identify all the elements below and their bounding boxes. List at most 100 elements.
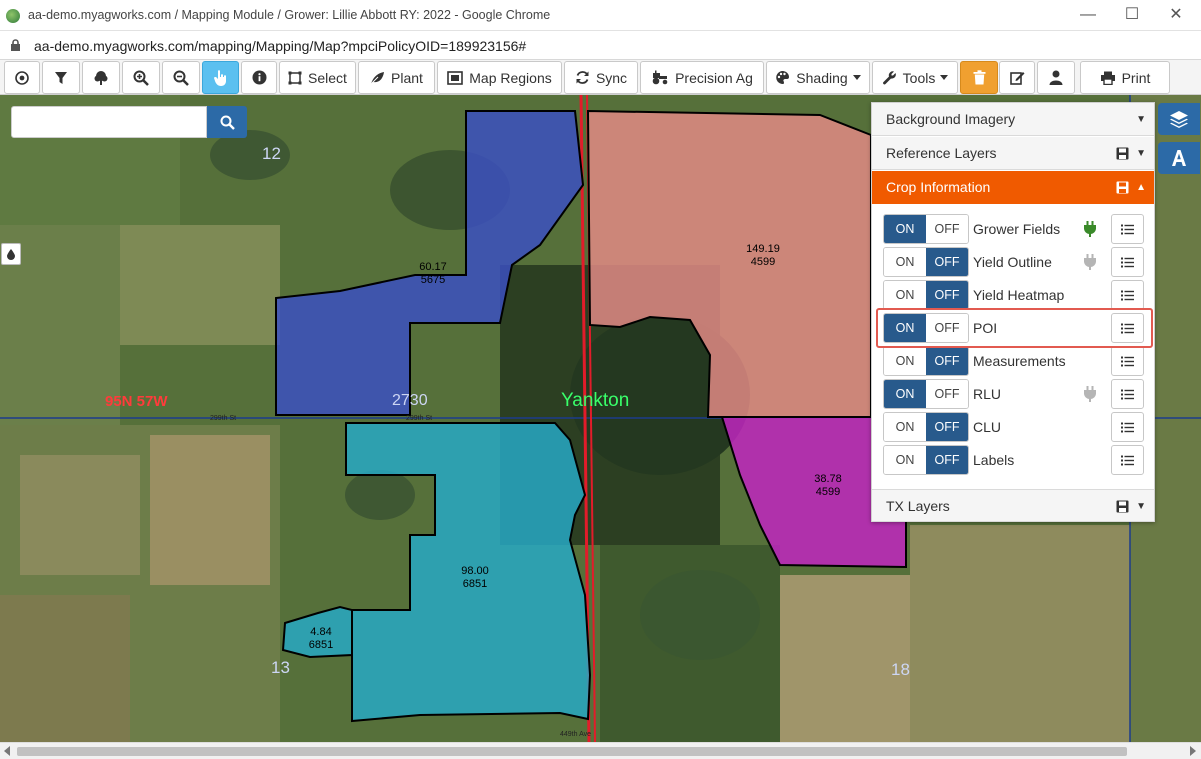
- filter-button[interactable]: [42, 61, 80, 94]
- close-icon[interactable]: ✕: [1163, 3, 1189, 27]
- layer-toggle[interactable]: ON OFF: [883, 247, 969, 277]
- off-button[interactable]: OFF: [926, 215, 968, 243]
- tree-button[interactable]: [82, 61, 120, 94]
- reference-layers-header[interactable]: Reference Layers ▼: [872, 137, 1154, 170]
- on-button[interactable]: ON: [884, 347, 926, 375]
- layer-row: ON OFF Yield Heatmap: [883, 280, 1153, 310]
- layer-name: Measurements: [973, 353, 1066, 369]
- print-button[interactable]: Print: [1080, 61, 1170, 94]
- info-button[interactable]: [241, 61, 277, 94]
- layer-toggle[interactable]: ON OFF: [883, 346, 969, 376]
- locate-button[interactable]: [4, 61, 40, 94]
- off-button[interactable]: OFF: [926, 446, 968, 474]
- search-button[interactable]: [207, 106, 247, 138]
- font-button[interactable]: [1158, 142, 1200, 174]
- save-icon[interactable]: [1116, 500, 1129, 513]
- off-button[interactable]: OFF: [926, 281, 968, 309]
- layer-row: ON OFF Yield Outline: [883, 247, 1153, 277]
- layer-row: ON OFF Labels: [883, 445, 1153, 475]
- search-input[interactable]: [11, 106, 207, 138]
- list-icon: [1121, 257, 1134, 267]
- plug-icon: [1084, 386, 1096, 402]
- crop-information-header[interactable]: Crop Information ▲: [872, 171, 1154, 204]
- scroll-right-icon[interactable]: [1190, 746, 1196, 756]
- layer-toggle[interactable]: ON OFF: [883, 214, 969, 244]
- layer-legend-button[interactable]: [1111, 280, 1144, 310]
- scrollbar-thumb[interactable]: [17, 747, 1127, 756]
- layer-legend-button[interactable]: [1111, 445, 1144, 475]
- layer-name: Labels: [973, 452, 1015, 468]
- off-button[interactable]: OFF: [926, 380, 968, 408]
- off-button[interactable]: OFF: [926, 413, 968, 441]
- layer-legend-button[interactable]: [1111, 247, 1144, 277]
- layer-legend-button[interactable]: [1111, 214, 1144, 244]
- on-button[interactable]: ON: [884, 413, 926, 441]
- layer-legend-button[interactable]: [1111, 412, 1144, 442]
- edit-button[interactable]: [999, 61, 1035, 94]
- drop-button[interactable]: [1, 243, 21, 265]
- user-icon: [1049, 70, 1063, 85]
- plant-button[interactable]: Plant: [358, 61, 435, 94]
- shading-button[interactable]: Shading: [766, 61, 870, 94]
- on-button[interactable]: ON: [884, 380, 926, 408]
- layer-toggle[interactable]: ON OFF: [883, 412, 969, 442]
- scroll-left-icon[interactable]: [4, 746, 10, 756]
- trash-icon: [973, 70, 985, 85]
- list-icon: [1121, 224, 1134, 234]
- zoom-out-button[interactable]: [162, 61, 200, 94]
- township-label: 95N 57W: [105, 393, 168, 410]
- layer-name: Grower Fields: [973, 221, 1061, 237]
- delete-button[interactable]: [960, 61, 998, 94]
- layer-toggle[interactable]: ON OFF: [883, 445, 969, 475]
- font-icon: [1172, 150, 1186, 166]
- app-favicon: [6, 9, 20, 23]
- road-label: 449th Ave: [560, 731, 592, 738]
- on-button[interactable]: ON: [884, 215, 926, 243]
- maximize-icon[interactable]: ☐: [1119, 3, 1145, 27]
- layer-toggle[interactable]: ON OFF: [883, 280, 969, 310]
- layers-button[interactable]: [1158, 103, 1200, 135]
- field-label: 60.17 5675: [419, 261, 447, 286]
- pan-button[interactable]: [202, 61, 239, 94]
- on-button[interactable]: ON: [884, 281, 926, 309]
- minimize-icon[interactable]: —: [1075, 3, 1101, 27]
- tools-button[interactable]: Tools: [872, 61, 958, 94]
- layer-toggle[interactable]: ON OFF: [883, 379, 969, 409]
- town-label: Yankton: [561, 390, 630, 411]
- background-imagery-header[interactable]: Background Imagery ▼: [872, 103, 1154, 136]
- tx-layers-header[interactable]: TX Layers ▼: [872, 489, 1154, 522]
- print-icon: [1100, 71, 1115, 85]
- section-number: 13: [271, 658, 290, 677]
- wrench-icon: [882, 71, 896, 85]
- zoom-in-button[interactable]: [122, 61, 160, 94]
- list-icon: [1121, 290, 1134, 300]
- save-icon[interactable]: [1116, 147, 1129, 160]
- lock-icon: [11, 39, 20, 51]
- zoom-in-icon: [133, 70, 149, 86]
- field-label: 38.78 4599: [814, 473, 842, 498]
- user-button[interactable]: [1037, 61, 1075, 94]
- section-number: 12: [262, 144, 281, 163]
- field-label: 149.19 4599: [746, 243, 780, 268]
- url-text[interactable]: aa-demo.myagworks.com/mapping/Mapping/Ma…: [34, 38, 526, 54]
- layer-legend-button[interactable]: [1111, 346, 1144, 376]
- on-button[interactable]: ON: [884, 446, 926, 474]
- save-icon[interactable]: [1116, 181, 1129, 194]
- precision-ag-button[interactable]: Precision Ag: [640, 61, 764, 94]
- section-number: 18: [891, 660, 910, 679]
- poi-highlight: [876, 308, 1153, 348]
- off-button[interactable]: OFF: [926, 347, 968, 375]
- caret-down-icon: [940, 75, 949, 80]
- caret-down-icon: ▼: [1136, 148, 1146, 159]
- horizontal-scrollbar[interactable]: [0, 742, 1201, 759]
- map-regions-button[interactable]: Map Regions: [437, 61, 562, 94]
- off-button[interactable]: OFF: [926, 248, 968, 276]
- sync-button[interactable]: Sync: [564, 61, 638, 94]
- address-bar: aa-demo.myagworks.com/mapping/Mapping/Ma…: [0, 31, 1201, 60]
- layer-row: ON OFF RLU: [883, 379, 1153, 409]
- select-button[interactable]: Select: [279, 61, 356, 94]
- list-icon: [1121, 389, 1134, 399]
- on-button[interactable]: ON: [884, 248, 926, 276]
- layer-legend-button[interactable]: [1111, 379, 1144, 409]
- map-regions-icon: [447, 70, 464, 85]
